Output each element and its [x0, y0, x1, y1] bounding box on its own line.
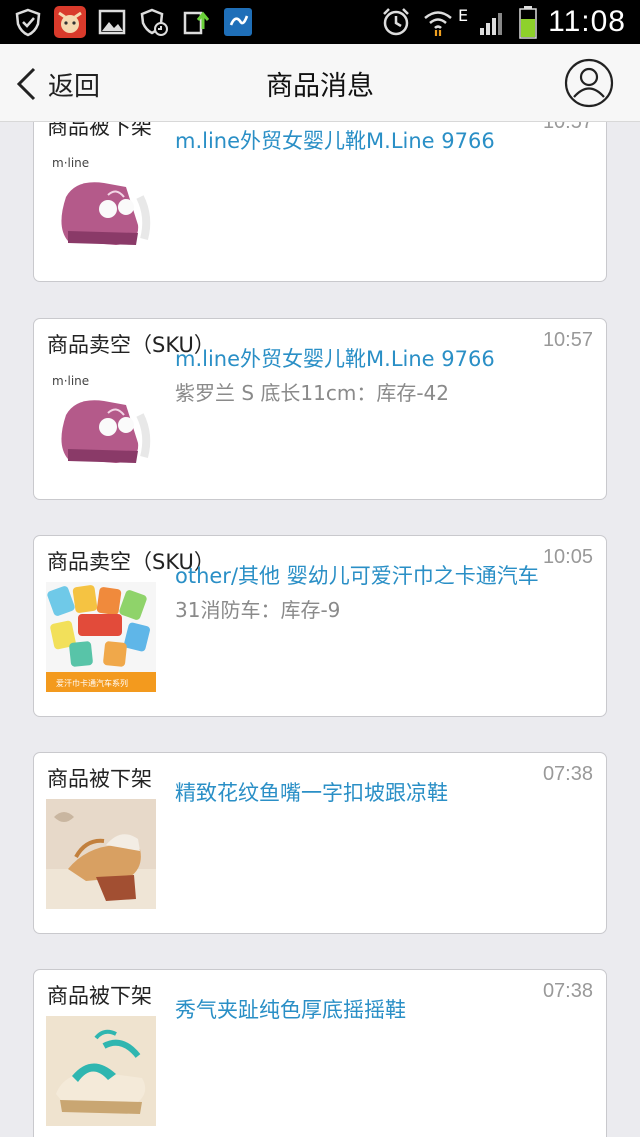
sku-detail: 紫罗兰 S 底长11cm：库存-42 — [175, 381, 450, 405]
signal-icon — [480, 13, 503, 35]
shield-badge-icon — [136, 4, 172, 40]
product-thumbnail — [46, 1016, 156, 1126]
message-type: 商品被下架 — [47, 122, 152, 139]
product-thumbnail: m·line — [46, 147, 156, 257]
upload-icon — [178, 4, 214, 40]
app-mascot-icon — [52, 4, 88, 40]
message-card[interactable]: 商品卖空（SKU） 10:57 m·line m.line外贸女婴儿靴M.Lin… — [33, 318, 607, 500]
product-name-link[interactable]: 精致花纹鱼嘴一字扣坡跟凉鞋 — [175, 777, 595, 807]
towel-cars-image: 爱汗巾卡通汽车系列 — [46, 582, 156, 692]
message-list[interactable]: 商品被下架 10:57 m·line m.line外贸女婴儿靴M.Line 97… — [0, 122, 640, 1137]
message-card[interactable]: 商品被下架 07:38 秀气夹趾纯色厚底摇摇鞋 — [33, 969, 607, 1137]
product-thumbnail — [46, 799, 156, 909]
page-title: 商品消息 — [266, 71, 374, 102]
pink-boot-image: m·line — [46, 147, 156, 257]
network-type: E — [458, 5, 469, 25]
product-name-link[interactable]: m.line外贸女婴儿靴M.Line 9766 — [175, 343, 595, 373]
status-bar: E 11:08 — [0, 0, 640, 44]
message-card[interactable]: 商品卖空（SKU） 10:05 爱汗巾卡通汽车系列 other/其他 婴幼儿可爱… — [33, 535, 607, 717]
product-thumbnail: 爱汗巾卡通汽车系列 — [46, 582, 156, 692]
svg-text:m·line: m·line — [52, 156, 89, 170]
user-profile-icon[interactable] — [564, 58, 614, 108]
message-type: 商品被下架 — [47, 767, 152, 791]
clock: 11:08 — [548, 5, 626, 38]
gallery-icon — [94, 4, 130, 40]
product-name-link[interactable]: m.line外贸女婴儿靴M.Line 9766 — [175, 125, 595, 155]
product-thumbnail: m·line — [46, 365, 156, 475]
product-name-link[interactable]: 秀气夹趾纯色厚底摇摇鞋 — [175, 994, 595, 1024]
app-header: 返回 商品消息 — [0, 44, 640, 122]
system-indicators: E 11:08 — [380, 0, 626, 44]
notification-icons — [10, 4, 256, 40]
svg-text:爱汗巾卡通汽车系列: 爱汗巾卡通汽车系列 — [56, 678, 128, 688]
wedge-sandal-image — [46, 799, 156, 909]
pink-boot-image: m·line — [46, 365, 156, 475]
sku-detail: 31消防车：库存-9 — [175, 598, 341, 622]
message-type: 商品被下架 — [47, 984, 152, 1008]
shield-icon — [10, 4, 46, 40]
shopping-app-icon — [220, 4, 256, 40]
wifi-icon — [424, 11, 452, 36]
message-card[interactable]: 商品被下架 07:38 精致花纹鱼嘴一字扣坡跟凉鞋 — [33, 752, 607, 934]
battery-icon — [519, 6, 537, 39]
alarm-icon — [383, 8, 409, 36]
message-card[interactable]: 商品被下架 10:57 m·line m.line外贸女婴儿靴M.Line 97… — [33, 122, 607, 282]
flip-flop-sandal-image — [46, 1016, 156, 1126]
product-name-link[interactable]: other/其他 婴幼儿可爱汗巾之卡通汽车 — [175, 560, 595, 590]
svg-text:m·line: m·line — [52, 374, 89, 388]
